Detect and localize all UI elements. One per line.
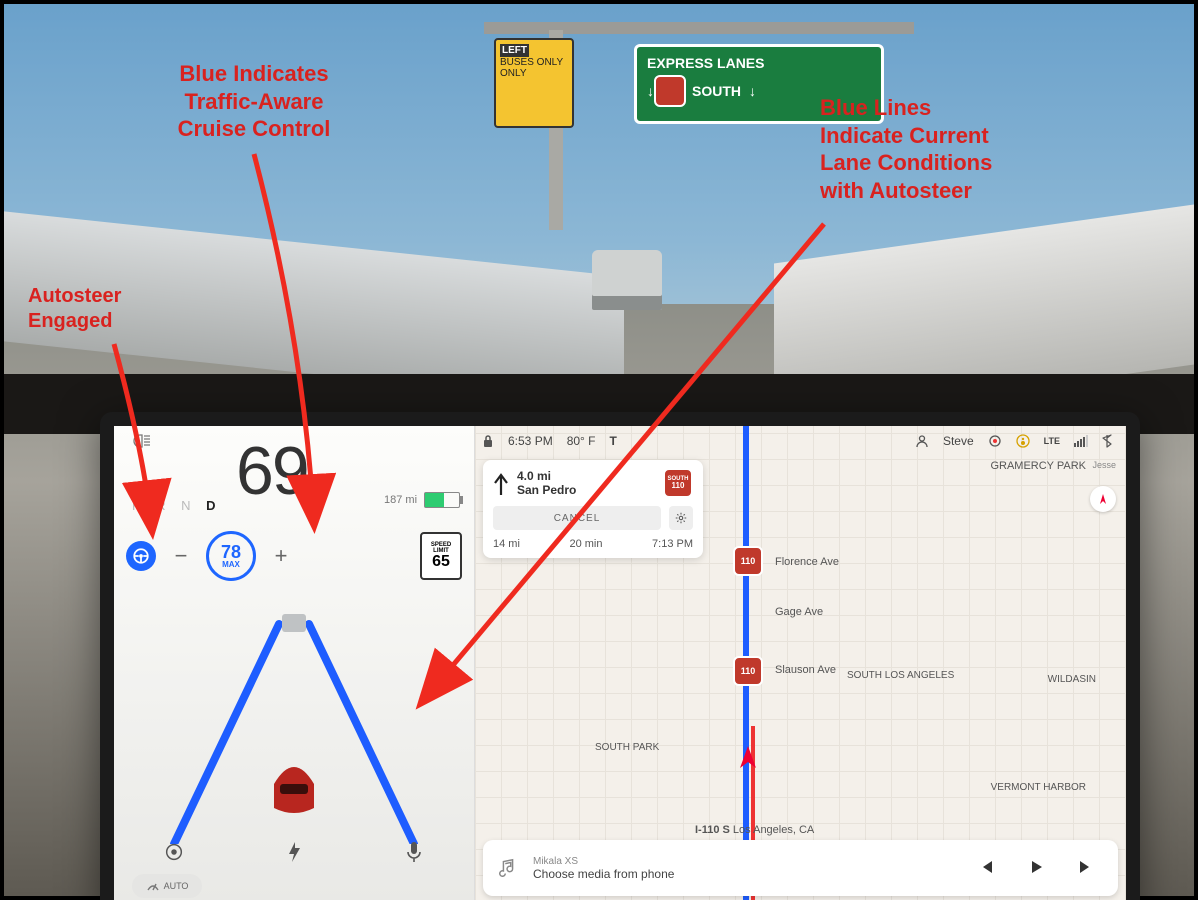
gear-n: N <box>181 498 196 513</box>
tesla-logo-icon[interactable]: T <box>610 434 617 448</box>
ego-vehicle-icon <box>274 767 314 813</box>
gear-indicator: P R N D <box>132 498 221 513</box>
lte-label: LTE <box>1044 436 1060 446</box>
nav-remaining-time: 20 min <box>569 538 602 550</box>
media-bar[interactable]: Mikala XS Choose media from phone <box>483 840 1118 896</box>
wiper-label: AUTO <box>164 881 189 891</box>
lead-vehicle-icon <box>282 614 306 632</box>
bluetooth-icon[interactable] <box>1102 434 1112 448</box>
nav-distance: 4.0 mi <box>517 469 576 483</box>
map-label-gramercy: GRAMERCY PARK <box>990 460 1086 472</box>
nav-route-shield: SOUTH 110 <box>663 468 693 498</box>
highway-shield-icon: 110 <box>733 546 763 576</box>
nav-settings-button[interactable] <box>669 506 693 530</box>
map-label-southpark: SOUTH PARK <box>595 742 659 753</box>
down-arrow-icon: ↓ <box>647 83 654 99</box>
sentry-icon[interactable] <box>988 434 1002 448</box>
tacc-decrease-button[interactable]: − <box>170 543 192 569</box>
media-source: Mikala XS <box>533 856 954 867</box>
north-button[interactable] <box>1090 486 1116 512</box>
profile-name[interactable]: Steve <box>943 434 974 448</box>
lock-icon[interactable] <box>482 434 494 448</box>
media-play-button[interactable] <box>1018 859 1054 878</box>
hov-sign-bot: ONLY <box>500 68 527 79</box>
map-attribution: Jesse <box>1092 460 1116 470</box>
dashcam-button[interactable] <box>154 841 194 868</box>
map-label-wildasin: WILDASIN <box>1048 674 1096 685</box>
cell-signal-icon <box>1074 435 1088 447</box>
wiper-button[interactable]: AUTO <box>132 874 202 898</box>
interstate-shield-icon <box>654 75 686 107</box>
map-label-current-road: I-110 S Los Angeles, CA <box>695 824 814 836</box>
tacc-set-speed[interactable]: 78 MAX <box>206 531 256 581</box>
map-label-southla: SOUTH LOS ANGELES <box>847 670 954 681</box>
autopilot-controls-row: − 78 MAX + SPEED LIMIT 65 <box>126 534 462 578</box>
tacc-speed-value: 78 <box>221 543 241 561</box>
navigation-card[interactable]: 4.0 mi San Pedro SOUTH 110 CANCEL <box>483 460 703 558</box>
nav-cancel-button[interactable]: CANCEL <box>493 506 661 530</box>
map-label-florence: Florence Ave <box>775 556 839 568</box>
wiper-icon <box>146 880 160 892</box>
gear-d: D <box>206 498 221 513</box>
vehicle-position-icon <box>739 746 757 768</box>
speed-limit-sign[interactable]: SPEED LIMIT 65 <box>420 532 462 580</box>
map-label-gage: Gage Ave <box>775 606 823 618</box>
voice-button[interactable] <box>394 840 434 869</box>
autosteer-icon[interactable] <box>126 541 156 571</box>
status-bar: 6:53 PM 80° F T Steve LTE <box>474 428 1120 454</box>
express-lanes-sign: EXPRESS LANES ↓ SOUTH ↓ <box>634 44 884 124</box>
status-time: 6:53 PM <box>508 434 553 448</box>
gear-r: R <box>156 498 171 513</box>
gear-p: P <box>132 498 146 513</box>
vehicle-ahead <box>592 250 662 310</box>
nav-remaining-distance: 14 mi <box>493 538 520 550</box>
media-next-button[interactable] <box>1068 859 1104 878</box>
down-arrow-icon: ↓ <box>749 83 756 99</box>
driving-visualization-pane: 69 P R N D 187 mi − 78 MAX <box>114 426 475 900</box>
trip-distance: 187 mi <box>384 494 417 506</box>
battery-icon[interactable] <box>424 492 460 508</box>
status-temp: 80° F <box>567 434 596 448</box>
express-lanes-dir: SOUTH <box>692 83 741 99</box>
quick-controls-row <box>114 834 474 874</box>
nav-eta: 7:13 PM <box>652 538 693 550</box>
headlight-icon[interactable] <box>132 434 152 448</box>
media-prev-button[interactable] <box>968 859 1004 878</box>
speed-limit-value: 65 <box>432 554 450 570</box>
map-pane[interactable]: 110 110 GRAMERCY PARK Florence Ave Gage … <box>475 426 1126 900</box>
media-prompt: Choose media from phone <box>533 867 954 881</box>
center-touchscreen[interactable]: 6:53 PM 80° F T Steve LTE <box>100 412 1140 900</box>
tacc-max-label: MAX <box>222 561 240 569</box>
express-lanes-title: EXPRESS LANES <box>647 55 871 71</box>
hov-sign: LEFT BUSES ONLY ONLY <box>494 38 574 128</box>
nav-destination: San Pedro <box>517 483 576 497</box>
profile-icon[interactable] <box>915 434 929 448</box>
lane-visualization <box>114 584 474 844</box>
map-label-vermont: VERMONT HARBOR <box>991 782 1086 793</box>
charging-button[interactable] <box>274 840 314 869</box>
airbag-icon <box>1016 434 1030 448</box>
hov-sign-top: LEFT <box>500 44 529 57</box>
hov-sign-mid: BUSES ONLY <box>500 57 563 68</box>
photo-frame: LEFT BUSES ONLY ONLY EXPRESS LANES ↓ SOU… <box>0 0 1198 900</box>
straight-arrow-icon <box>493 471 509 495</box>
current-speed: 69 <box>236 432 308 510</box>
battery-fill <box>425 493 444 507</box>
map-label-slauson: Slauson Ave <box>775 664 836 676</box>
music-note-icon <box>497 857 519 879</box>
highway-shield-icon: 110 <box>733 656 763 686</box>
gear-icon <box>674 511 688 525</box>
tacc-increase-button[interactable]: + <box>270 543 292 569</box>
